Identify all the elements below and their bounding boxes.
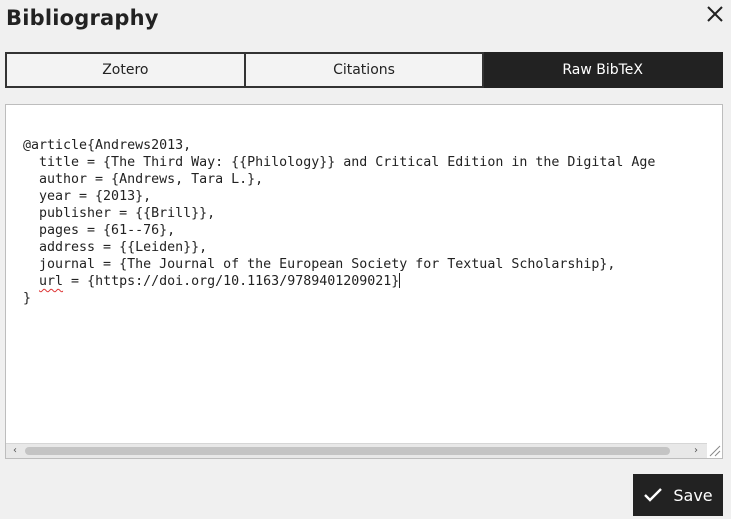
text-caret [399, 273, 401, 288]
code-line-indent [23, 274, 39, 289]
bibtex-code[interactable]: @article{Andrews2013, title = {The Third… [23, 137, 655, 307]
scrollbar-thumb[interactable] [25, 447, 670, 455]
code-line: address = {{Leiden}}, [23, 240, 208, 255]
tab-raw-bibtex[interactable]: Raw BibTeX [484, 52, 724, 88]
code-line: author = {Andrews, Tara L.}, [23, 172, 264, 187]
save-button[interactable]: Save [633, 474, 723, 516]
code-line: @article{Andrews2013, [23, 138, 192, 153]
checkmark-icon [644, 488, 663, 502]
tab-bar: Zotero Citations Raw BibTeX [5, 52, 724, 88]
resize-grip-icon[interactable] [707, 443, 721, 457]
scroll-right-icon[interactable]: › [688, 444, 704, 458]
tab-zotero[interactable]: Zotero [5, 52, 246, 88]
bibtex-editor[interactable]: @article{Andrews2013, title = {The Third… [5, 104, 723, 459]
code-line: = {https://doi.org/10.1163/9789401209021… [63, 274, 400, 289]
tab-citations[interactable]: Citations [245, 52, 485, 88]
close-button[interactable] [704, 3, 726, 25]
dialog-title: Bibliography [6, 6, 159, 30]
code-line: title = {The Third Way: {{Philology}} an… [23, 155, 656, 170]
code-line: publisher = {{Brill}}, [23, 206, 216, 221]
code-line: year = {2013}, [23, 189, 152, 204]
code-line: journal = {The Journal of the European S… [23, 257, 616, 272]
spellcheck-word: url [39, 274, 64, 289]
code-line: } [23, 291, 32, 306]
horizontal-scrollbar[interactable]: ‹ › [6, 443, 707, 458]
save-label: Save [673, 485, 713, 505]
scroll-left-icon[interactable]: ‹ [7, 444, 23, 458]
code-line: pages = {61--76}, [23, 223, 176, 238]
close-icon [707, 6, 723, 22]
